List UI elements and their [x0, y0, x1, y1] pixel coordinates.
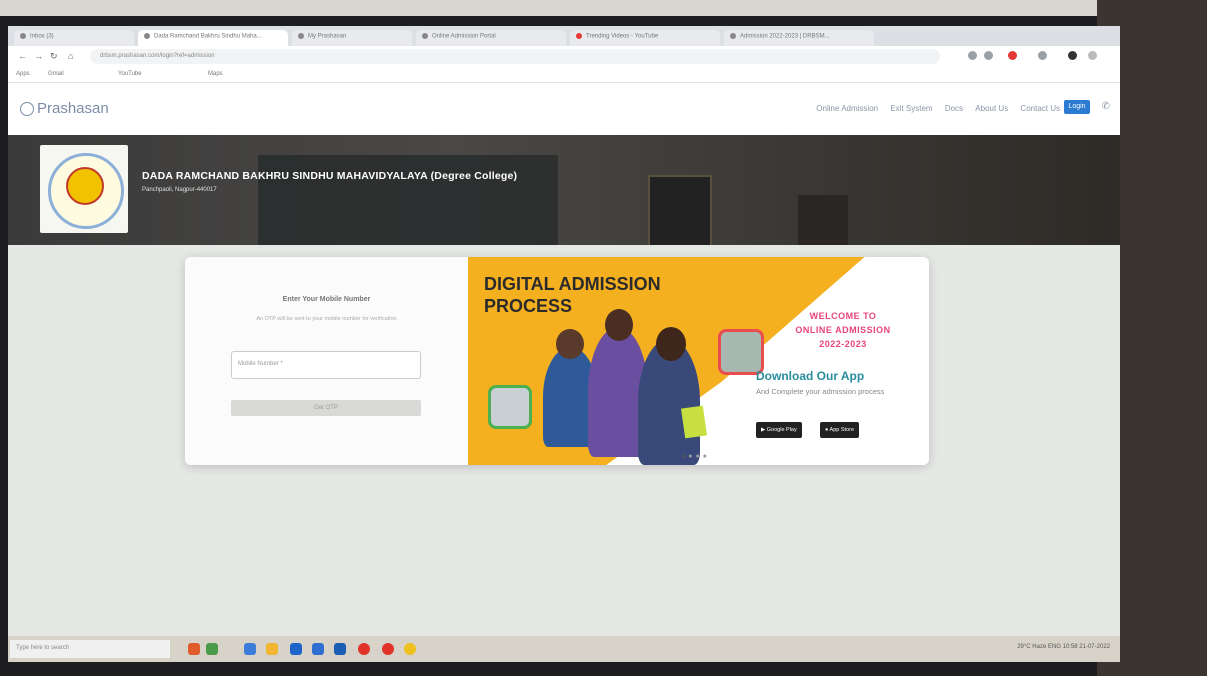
login-button[interactable]: Login	[1064, 100, 1090, 114]
banner-frame	[648, 175, 712, 245]
taskbar-app-icon[interactable]	[244, 643, 256, 655]
taskbar-app-icon[interactable]	[290, 643, 302, 655]
background-wall	[0, 0, 1207, 16]
college-emblem-icon	[66, 167, 104, 205]
reload-icon[interactable]: ↻	[50, 51, 58, 62]
welcome-text: WELCOME TO ONLINE ADMISSION 2022-2023	[795, 311, 891, 349]
nav-contact-us[interactable]: Contact Us	[1020, 104, 1060, 113]
college-address: Panchpaoli, Nagpur-440017	[142, 187, 217, 193]
browser-tab[interactable]: Admission 2022-2023 | DRBSM...	[724, 30, 874, 46]
opera-icon[interactable]	[358, 643, 370, 655]
browser-tab[interactable]: My Prashasan	[292, 30, 412, 46]
student-head	[656, 327, 686, 361]
nav-exit-system[interactable]: Exit System	[890, 104, 932, 113]
extension-icon[interactable]	[968, 51, 977, 60]
url-input[interactable]: drbsm.prashasan.com/login?ref=admission	[90, 49, 940, 64]
tab-favicon-icon	[20, 33, 26, 39]
student-head	[605, 309, 633, 341]
promo-slider: DIGITAL ADMISSION PROCESS WELCOME TO ONL…	[468, 257, 929, 465]
forward-icon[interactable]: →	[34, 51, 43, 61]
nav-docs[interactable]: Docs	[945, 104, 963, 113]
nav-online-admission[interactable]: Online Admission	[816, 104, 878, 113]
profile-avatar-icon[interactable]	[1068, 51, 1077, 60]
address-bar: ← → ↻ ⌂ drbsm.prashasan.com/login?ref=ad…	[8, 46, 1120, 69]
admission-card: Enter Your Mobile Number An OTP will be …	[185, 257, 929, 465]
taskbar-app-icon[interactable]	[206, 643, 218, 655]
extensions-puzzle-icon[interactable]	[1038, 51, 1047, 60]
tab-favicon-icon	[144, 33, 150, 39]
book-icon	[681, 405, 707, 439]
site-nav: Online Admission Exit System Docs About …	[806, 104, 1060, 113]
extension-icon[interactable]	[984, 51, 993, 60]
browser-tab[interactable]: Dada Ramchand Bakhru Sindhu Maha...	[138, 30, 288, 46]
slider-dots[interactable]: ●●●●	[681, 453, 710, 460]
get-otp-button[interactable]: Get OTP	[231, 400, 421, 416]
college-name: DADA RAMCHAND BAKHRU SINDHU MAHAVIDYALAY…	[142, 170, 518, 182]
banner-frame	[798, 195, 848, 245]
mobile-number-input[interactable]: Mobile Number *	[231, 351, 421, 379]
google-play-button[interactable]: ▶ Google Play	[756, 422, 802, 438]
taskbar-app-icon[interactable]	[312, 643, 324, 655]
chrome-icon[interactable]	[404, 643, 416, 655]
tab-favicon-icon	[422, 33, 428, 39]
student-photo	[488, 385, 532, 429]
nav-about-us[interactable]: About Us	[975, 104, 1008, 113]
system-tray[interactable]: 29°C Haze ENG 10:58 21-07-2022	[1017, 644, 1110, 650]
app-store-button[interactable]: ● App Store	[820, 422, 860, 438]
browser-tab[interactable]: Inbox (3)	[14, 30, 134, 46]
prashasan-logo-icon	[20, 102, 34, 117]
file-explorer-icon[interactable]	[266, 643, 278, 655]
download-app-subtitle: And Complete your admission process	[756, 387, 885, 396]
login-description: An OTP will be sent to your mobile numbe…	[256, 316, 397, 322]
download-app-title: Download Our App	[756, 369, 865, 383]
tab-favicon-icon	[298, 33, 304, 39]
college-logo	[40, 145, 128, 233]
login-pane: Enter Your Mobile Number An OTP will be …	[185, 257, 468, 465]
browser-tab-bar: Inbox (3) Dada Ramchand Bakhru Sindhu Ma…	[8, 26, 1120, 46]
bookmark-item[interactable]: Gmail	[48, 71, 64, 77]
student-head	[556, 329, 584, 359]
home-icon[interactable]: ⌂	[68, 51, 73, 61]
tab-favicon-icon	[730, 33, 736, 39]
college-banner: DADA RAMCHAND BAKHRU SINDHU MAHAVIDYALAY…	[8, 135, 1120, 245]
site-header: Prashasan Online Admission Exit System D…	[8, 83, 1120, 135]
youtube-icon	[576, 33, 582, 39]
taskbar-search-input[interactable]: Type here to search	[10, 640, 170, 658]
bookmark-item[interactable]: YouTube	[118, 71, 142, 77]
taskbar-app-icon[interactable]	[334, 643, 346, 655]
promo-title: DIGITAL ADMISSION PROCESS	[484, 274, 661, 316]
extension-icon[interactable]	[1008, 51, 1017, 60]
bookmark-item[interactable]: Maps	[208, 71, 223, 77]
browser-tab[interactable]: Trending Videos - YouTube	[570, 30, 720, 46]
taskbar-app-icon[interactable]	[188, 643, 200, 655]
brand-logo[interactable]: Prashasan	[20, 100, 109, 117]
opera-icon[interactable]	[382, 643, 394, 655]
back-icon[interactable]: ←	[18, 51, 27, 61]
phone-icon[interactable]: ✆	[1102, 101, 1110, 112]
screen: Inbox (3) Dada Ramchand Bakhru Sindhu Ma…	[8, 26, 1120, 662]
bookmark-item[interactable]: Apps	[16, 71, 30, 77]
browser-tab[interactable]: Online Admission Portal	[416, 30, 566, 46]
menu-icon[interactable]	[1088, 51, 1097, 60]
banner-blackboard	[258, 155, 558, 245]
windows-taskbar: Type here to search 29°C Haze ENG 10:58 …	[8, 636, 1120, 662]
bookmarks-bar: Apps Gmail YouTube Maps	[8, 68, 1120, 83]
login-title: Enter Your Mobile Number	[282, 296, 371, 303]
